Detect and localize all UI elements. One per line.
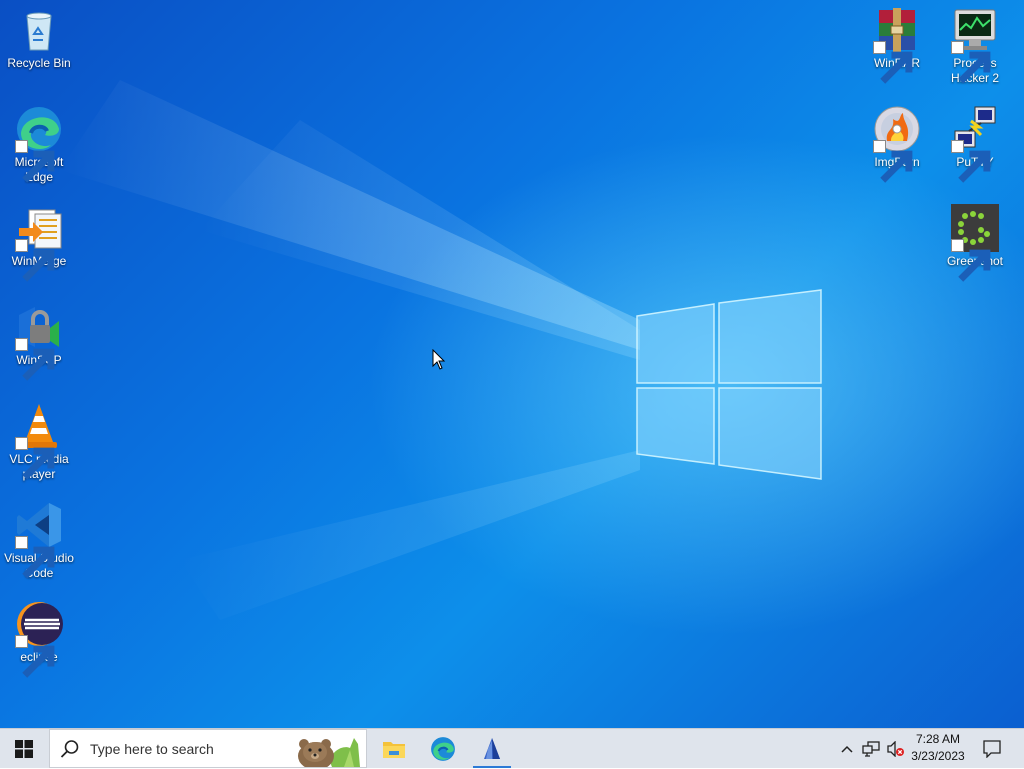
desktop-icon-winrar[interactable]: WinRAR: [859, 2, 935, 84]
start-button[interactable]: [0, 729, 48, 769]
winmerge-icon: [15, 204, 63, 282]
taskbar-active-app[interactable]: [469, 729, 515, 768]
search-box[interactable]: Type here to search: [49, 729, 367, 768]
search-highlight-bear-icon: [298, 738, 360, 767]
recycle-bin-icon: [15, 6, 63, 54]
greenshot-icon: [951, 204, 999, 282]
putty-icon: [951, 105, 999, 183]
shortcut-arrow-icon: [15, 536, 55, 579]
vlc-icon: [15, 402, 63, 480]
network-icon: [862, 740, 880, 757]
taskbar-file-explorer[interactable]: [371, 729, 417, 768]
app-icon: [484, 737, 500, 759]
shortcut-arrow-icon: [15, 437, 55, 480]
volume-muted-icon: [887, 740, 904, 757]
shortcut-arrow-icon: [873, 41, 913, 84]
tray-chevron[interactable]: [838, 729, 856, 768]
desktop-icon-greenshot[interactable]: Greenshot: [937, 200, 1013, 282]
desktop-icon-winmerge[interactable]: WinMerge: [1, 200, 77, 282]
desktop-icon-process-hacker[interactable]: Process Hacker 2: [937, 2, 1013, 86]
vscode-icon: [15, 501, 63, 579]
desktop-icon-imgburn[interactable]: ImgBurn: [859, 101, 935, 183]
search-icon: [60, 739, 79, 758]
desktop-icon-putty[interactable]: PuTTY: [937, 101, 1013, 183]
shortcut-arrow-icon: [951, 41, 991, 84]
desktop-icon-edge[interactable]: Microsoft Edge: [1, 101, 77, 185]
desktop[interactable]: Recycle Bin Microsoft Edge WinMerge WinS…: [0, 0, 1024, 728]
process-hacker-icon: [951, 6, 999, 84]
taskbar: Type here to search 7:28 AM 3/23/2023: [0, 728, 1024, 768]
eclipse-icon: [15, 600, 63, 678]
wallpaper-windows-logo: [636, 289, 822, 480]
mouse-cursor-icon: [432, 349, 446, 370]
chevron-up-icon: [841, 745, 853, 753]
windows-logo-icon: [15, 740, 33, 758]
notification-center-button[interactable]: [978, 729, 1006, 768]
edge-icon: [15, 105, 63, 183]
search-placeholder: Type here to search: [90, 740, 214, 757]
shortcut-arrow-icon: [15, 635, 55, 678]
tray-network[interactable]: [860, 729, 882, 768]
taskbar-edge[interactable]: [420, 729, 466, 768]
desktop-icon-winscp[interactable]: WinSCP: [1, 299, 77, 381]
tray-clock[interactable]: 7:28 AM 3/23/2023: [904, 731, 972, 765]
notification-icon: [983, 739, 1001, 758]
winrar-icon: [873, 6, 921, 84]
desktop-icon-recycle-bin[interactable]: Recycle Bin: [1, 2, 77, 71]
shortcut-arrow-icon: [951, 140, 991, 183]
clock-time: 7:28 AM: [915, 732, 961, 746]
shortcut-arrow-icon: [15, 140, 55, 183]
shortcut-arrow-icon: [873, 140, 913, 183]
desktop-icon-vscode[interactable]: Visual Studio Code: [1, 497, 77, 581]
tray-volume[interactable]: [884, 729, 906, 768]
file-explorer-icon: [383, 741, 405, 758]
shortcut-arrow-icon: [15, 338, 55, 381]
edge-icon: [431, 736, 455, 761]
desktop-icon-eclipse[interactable]: eclipse: [1, 596, 77, 678]
shortcut-arrow-icon: [15, 239, 55, 282]
clock-date: 3/23/2023: [911, 749, 965, 763]
winscp-icon: [15, 303, 63, 381]
shortcut-arrow-icon: [951, 239, 991, 282]
imgburn-icon: [873, 105, 921, 183]
desktop-icon-label: Recycle Bin: [7, 56, 71, 70]
desktop-icon-vlc[interactable]: VLC media player: [1, 398, 77, 482]
